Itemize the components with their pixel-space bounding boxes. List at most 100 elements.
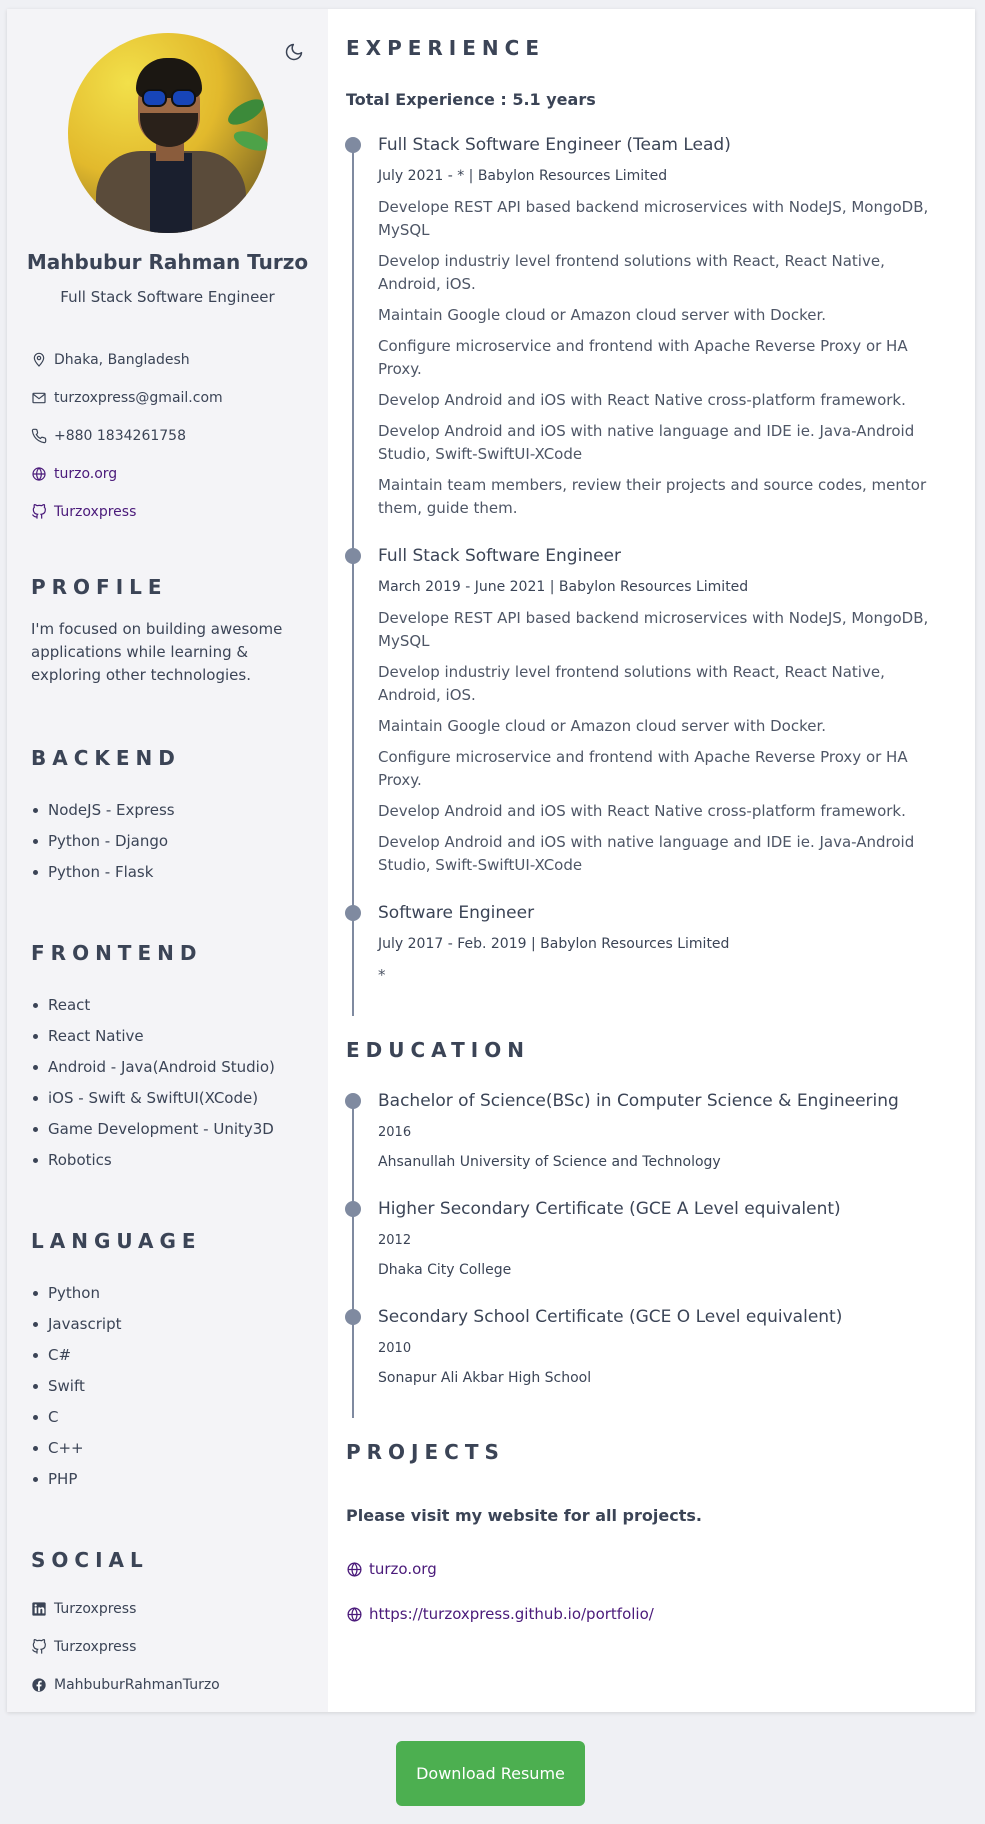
phone-text: +880 1834261758 [54, 428, 186, 444]
job-title: Full Stack Software Engineer [378, 546, 621, 566]
projects-text: Please visit my website for all projects… [346, 1506, 702, 1525]
section-heading-projects: PROJECTS [346, 1440, 505, 1464]
list-item: React Native [31, 1026, 275, 1057]
mail-icon [32, 392, 46, 404]
list-item: C# [31, 1345, 121, 1376]
job-item: Develope REST API based backend microser… [378, 198, 929, 239]
list-item: iOS - Swift & SwiftUI(XCode) [31, 1088, 275, 1119]
section-heading-backend: BACKEND [31, 746, 181, 770]
backend-list: NodeJS - Express Python - Django Python … [31, 800, 175, 893]
list-item: Game Development - Unity3D [31, 1119, 275, 1150]
job-meta: March 2019 - June 2021 | Babylon Resourc… [378, 579, 749, 595]
linkedin-text[interactable]: Turzoxpress [54, 1601, 136, 1617]
project-link[interactable]: turzo.org [346, 1560, 437, 1578]
contact-location: Dhaka, Bangladesh [31, 352, 190, 368]
job-item: Develop Android and iOS with native lang… [378, 422, 915, 463]
job-item: Configure microservice and frontend with… [378, 337, 908, 378]
job-item: Maintain Google cloud or Amazon cloud se… [378, 717, 827, 735]
timeline-line [352, 146, 354, 1016]
social-linkedin[interactable]: Turzoxpress [31, 1601, 136, 1617]
list-item: Python - Django [31, 831, 175, 862]
github-icon [32, 1639, 46, 1654]
section-heading-profile: PROFILE [31, 575, 168, 599]
profile-name: Mahbubur Rahman Turzo [26, 250, 309, 274]
job-item: Maintain team members, review their proj… [378, 476, 927, 517]
language-list: Python Javascript C# Swift C C++ PHP [31, 1283, 121, 1500]
job-item: * [378, 966, 386, 984]
education-year: 2012 [378, 1233, 412, 1248]
github-icon [32, 504, 46, 519]
job-meta: July 2017 - Feb. 2019 | Babylon Resource… [378, 936, 730, 952]
list-item: Python [31, 1283, 121, 1314]
timeline-dot [345, 1093, 361, 1109]
website-link[interactable]: turzo.org [31, 466, 117, 482]
list-item: Swift [31, 1376, 121, 1407]
section-heading-experience: EXPERIENCE [346, 36, 545, 60]
social-github[interactable]: Turzoxpress [31, 1639, 136, 1655]
list-item: Javascript [31, 1314, 121, 1345]
contact-email: turzoxpress@gmail.com [31, 390, 223, 406]
location-text: Dhaka, Bangladesh [54, 352, 190, 368]
education-school: Dhaka City College [378, 1262, 512, 1278]
moon-icon[interactable] [284, 42, 304, 62]
timeline-dot [345, 1201, 361, 1217]
list-item: PHP [31, 1469, 121, 1500]
project-link[interactable]: https://turzoxpress.github.io/portfolio/ [346, 1605, 654, 1623]
globe-icon [347, 1561, 362, 1577]
job-item: Maintain Google cloud or Amazon cloud se… [378, 306, 827, 324]
profile-about: I'm focused on building awesome applicat… [31, 620, 283, 684]
contact-phone: +880 1834261758 [31, 428, 186, 444]
github-social-text[interactable]: Turzoxpress [54, 1639, 136, 1655]
section-heading-social: SOCIAL [31, 1548, 149, 1572]
phone-icon [31, 428, 47, 444]
education-school: Ahsanullah University of Science and Tec… [378, 1154, 721, 1170]
job-meta: July 2021 - * | Babylon Resources Limite… [378, 168, 668, 184]
job-item: Develop Android and iOS with React Nativ… [378, 802, 906, 820]
globe-icon [347, 1606, 362, 1622]
job-item: Develop Android and iOS with native lang… [378, 833, 915, 874]
list-item: C [31, 1407, 121, 1438]
education-year: 2010 [378, 1341, 412, 1356]
list-item: Android - Java(Android Studio) [31, 1057, 275, 1088]
profile-title: Full Stack Software Engineer [60, 288, 275, 306]
job-item: Configure microservice and frontend with… [378, 748, 908, 789]
avatar [68, 33, 268, 233]
facebook-icon [32, 1678, 46, 1692]
sidebar: Mahbubur Rahman Turzo Full Stack Softwar… [7, 9, 328, 1712]
education-degree: Bachelor of Science(BSc) in Computer Sci… [378, 1091, 899, 1111]
education-degree: Secondary School Certificate (GCE O Leve… [378, 1307, 843, 1327]
globe-icon [32, 467, 46, 481]
timeline-dot [345, 905, 361, 921]
linkedin-icon [32, 1602, 46, 1616]
list-item: Robotics [31, 1150, 275, 1181]
timeline-dot [345, 137, 361, 153]
timeline-dot [345, 548, 361, 564]
timeline-line [352, 1100, 354, 1418]
project-link-text[interactable]: turzo.org [369, 1560, 437, 1578]
job-title: Software Engineer [378, 903, 535, 923]
list-item: React [31, 995, 275, 1026]
total-experience: Total Experience : 5.1 years [346, 90, 596, 109]
social-facebook[interactable]: MahbuburRahmanTurzo [31, 1677, 220, 1693]
job-item: Develop industriy level frontend solutio… [378, 663, 885, 704]
job-item: Develope REST API based backend microser… [378, 609, 929, 650]
list-item: C++ [31, 1438, 121, 1469]
job-title: Full Stack Software Engineer (Team Lead) [378, 135, 731, 155]
facebook-text[interactable]: MahbuburRahmanTurzo [54, 1677, 220, 1693]
github-text[interactable]: Turzoxpress [54, 504, 136, 520]
section-heading-language: LANGUAGE [31, 1229, 202, 1253]
section-heading-education: EDUCATION [346, 1038, 530, 1062]
list-item: Python - Flask [31, 862, 175, 893]
project-link-text[interactable]: https://turzoxpress.github.io/portfolio/ [369, 1605, 654, 1623]
website-text[interactable]: turzo.org [54, 466, 117, 482]
job-item: Develop Android and iOS with React Nativ… [378, 391, 906, 409]
section-heading-frontend: FRONTEND [31, 941, 203, 965]
email-text: turzoxpress@gmail.com [54, 390, 223, 406]
education-school: Sonapur Ali Akbar High School [378, 1370, 592, 1386]
download-resume-button[interactable]: Download Resume [396, 1741, 585, 1806]
education-year: 2016 [378, 1125, 412, 1140]
github-link[interactable]: Turzoxpress [31, 504, 136, 520]
list-item: NodeJS - Express [31, 800, 175, 831]
location-pin-icon [33, 352, 45, 367]
frontend-list: React React Native Android - Java(Androi… [31, 995, 275, 1181]
